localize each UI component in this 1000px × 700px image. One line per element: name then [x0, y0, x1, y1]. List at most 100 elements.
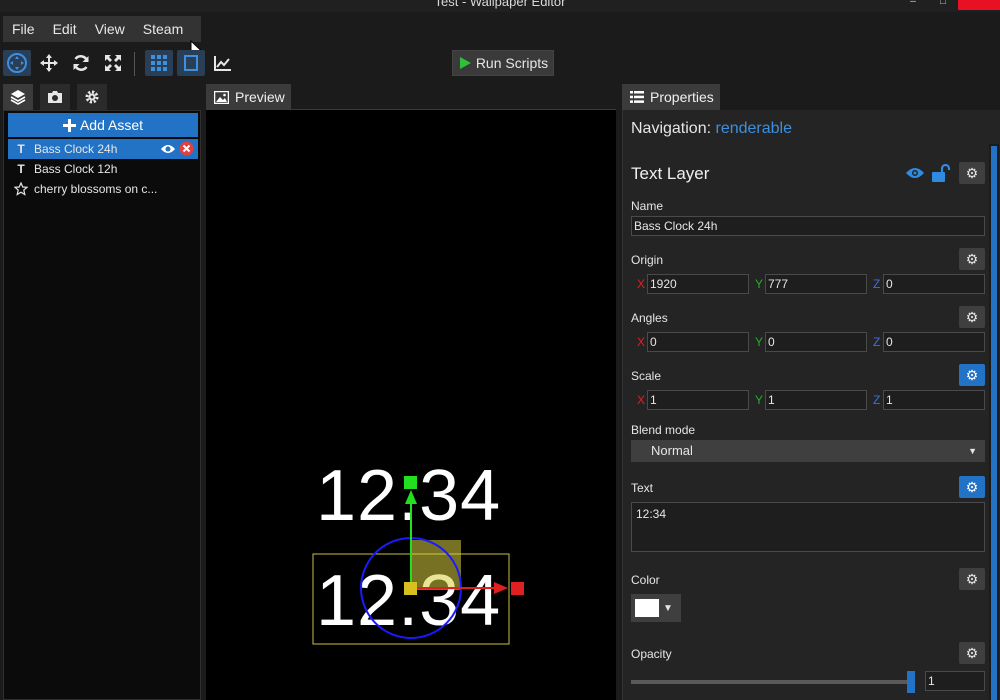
navigation-link-renderable[interactable]: renderable	[716, 120, 793, 137]
origin-z-axis-label: Z	[873, 277, 881, 291]
properties-tab-label: Properties	[650, 89, 714, 105]
plus-icon	[62, 118, 76, 132]
blend-mode-label: Blend mode	[631, 423, 696, 437]
move-arrows-icon	[40, 54, 58, 72]
unlock-icon[interactable]	[931, 164, 951, 182]
asset-panel: Add Asset T Bass Clock 24h T Bass Clock …	[3, 110, 201, 700]
menu-group: File Edit View Steam	[3, 16, 201, 42]
grid-toggle-button[interactable]	[145, 50, 173, 76]
tab-preview[interactable]: Preview	[206, 84, 291, 110]
performance-graph-button[interactable]	[209, 50, 237, 76]
opacity-slider-track[interactable]	[631, 680, 911, 684]
text-label: Text	[631, 481, 654, 495]
scale-y-input[interactable]: 1	[765, 390, 867, 410]
name-input[interactable]: Bass Clock 24h	[631, 216, 985, 236]
scale-tool-button[interactable]	[99, 50, 127, 76]
toolbar-separator	[134, 52, 135, 76]
origin-x-axis-label: X	[637, 277, 646, 291]
blend-mode-value: Normal	[651, 443, 693, 458]
angles-y-input[interactable]: 0	[765, 332, 867, 352]
menu-edit[interactable]: Edit	[44, 16, 86, 42]
delete-icon[interactable]	[179, 141, 194, 156]
text-icon: T	[17, 162, 25, 176]
close-button[interactable]	[958, 0, 1000, 10]
angles-label: Angles	[631, 311, 668, 325]
origin-y-input[interactable]: 777	[765, 274, 867, 294]
frame-icon	[184, 55, 198, 71]
add-asset-button[interactable]: Add Asset	[8, 113, 198, 137]
color-settings-button[interactable]: ⚙	[959, 568, 985, 590]
menu-steam[interactable]: Steam	[134, 16, 192, 42]
angles-x-axis-label: X	[637, 335, 646, 349]
navigation-breadcrumb: Navigation: renderable	[631, 120, 792, 138]
run-scripts-button[interactable]: Run Scripts	[452, 50, 554, 76]
scale-z-input[interactable]: 1	[883, 390, 985, 410]
bounds-toggle-button[interactable]	[177, 50, 205, 76]
scale-label: Scale	[631, 369, 662, 383]
menu-view[interactable]: View	[86, 16, 134, 42]
layers-icon	[10, 90, 26, 105]
layer-type-title: Text Layer	[631, 164, 710, 183]
color-picker-button[interactable]: ▼	[631, 594, 681, 622]
text-icon: T	[17, 142, 25, 156]
select-tool-button[interactable]	[3, 50, 31, 76]
scale-settings-button[interactable]: ⚙	[959, 364, 985, 386]
gear-icon: ⚙	[965, 644, 979, 661]
origin-settings-button[interactable]: ⚙	[959, 248, 985, 270]
angles-z-input[interactable]: 0	[883, 332, 985, 352]
maximize-button[interactable]: □	[926, 0, 960, 10]
layer-settings-button[interactable]: ⚙	[959, 162, 985, 184]
gizmo-x-arrow	[494, 582, 508, 594]
scale-y-axis-label: Y	[755, 393, 764, 407]
eye-icon[interactable]	[160, 143, 176, 155]
properties-panel: Navigation: renderable Text Layer ⚙ Name…	[622, 110, 1000, 700]
asset-label: cherry blossoms on c...	[34, 182, 158, 196]
grid-icon	[151, 55, 167, 71]
scale-x-axis-label: X	[637, 393, 646, 407]
scale-x-input[interactable]: 1	[647, 390, 749, 410]
text-content-input[interactable]: 12:34	[631, 502, 985, 552]
transform-gizmo[interactable]	[206, 110, 616, 700]
opacity-settings-button[interactable]: ⚙	[959, 642, 985, 664]
blend-mode-select[interactable]: Normal ▼	[631, 440, 985, 462]
gear-icon: ⚙	[965, 366, 979, 383]
rotate-icon	[73, 55, 89, 71]
play-icon	[459, 57, 471, 69]
window-title: Test - Wallpaper Editor	[434, 0, 566, 9]
properties-scrollbar[interactable]	[991, 146, 997, 700]
asset-item-bass-clock-24h[interactable]: T Bass Clock 24h	[8, 139, 198, 159]
angles-settings-button[interactable]: ⚙	[959, 306, 985, 328]
gizmo-y-arrow	[405, 490, 417, 504]
gear-icon: ⚙	[965, 164, 979, 181]
move-tool-button[interactable]	[35, 50, 63, 76]
origin-y-axis-label: Y	[755, 277, 764, 291]
asset-item-bass-clock-12h[interactable]: T Bass Clock 12h	[8, 159, 198, 179]
opacity-input[interactable]: 1	[925, 671, 985, 691]
text-settings-button[interactable]: ⚙	[959, 476, 985, 498]
color-swatch	[635, 599, 659, 617]
name-label: Name	[631, 199, 664, 213]
asset-label: Bass Clock 24h	[34, 142, 118, 156]
origin-z-input[interactable]: 0	[883, 274, 985, 294]
visibility-eye-icon[interactable]	[905, 166, 925, 180]
menu-file[interactable]: File	[3, 16, 44, 42]
tab-layers[interactable]	[3, 84, 33, 110]
opacity-slider-thumb[interactable]	[907, 671, 915, 693]
tab-camera[interactable]	[40, 84, 70, 110]
preview-canvas[interactable]: 12:34 12:34	[206, 109, 616, 700]
crosshair-move-icon	[7, 53, 27, 73]
tab-settings[interactable]	[77, 84, 107, 110]
gizmo-xy-plane-handle	[411, 540, 461, 590]
menu-bar: File Edit View Steam	[0, 14, 1000, 42]
asset-item-cherry-blossoms[interactable]: cherry blossoms on c...	[8, 179, 198, 199]
tab-properties[interactable]: Properties	[622, 84, 720, 110]
color-label: Color	[631, 573, 660, 587]
minimize-button[interactable]: –	[896, 0, 930, 10]
angles-x-input[interactable]: 0	[647, 332, 749, 352]
origin-x-input[interactable]: 1920	[647, 274, 749, 294]
toolbar: Run Scripts	[0, 48, 1000, 78]
opacity-label: Opacity	[631, 647, 672, 661]
gear-icon	[85, 90, 99, 104]
chevron-down-icon: ▼	[968, 446, 977, 456]
rotate-tool-button[interactable]	[67, 50, 95, 76]
